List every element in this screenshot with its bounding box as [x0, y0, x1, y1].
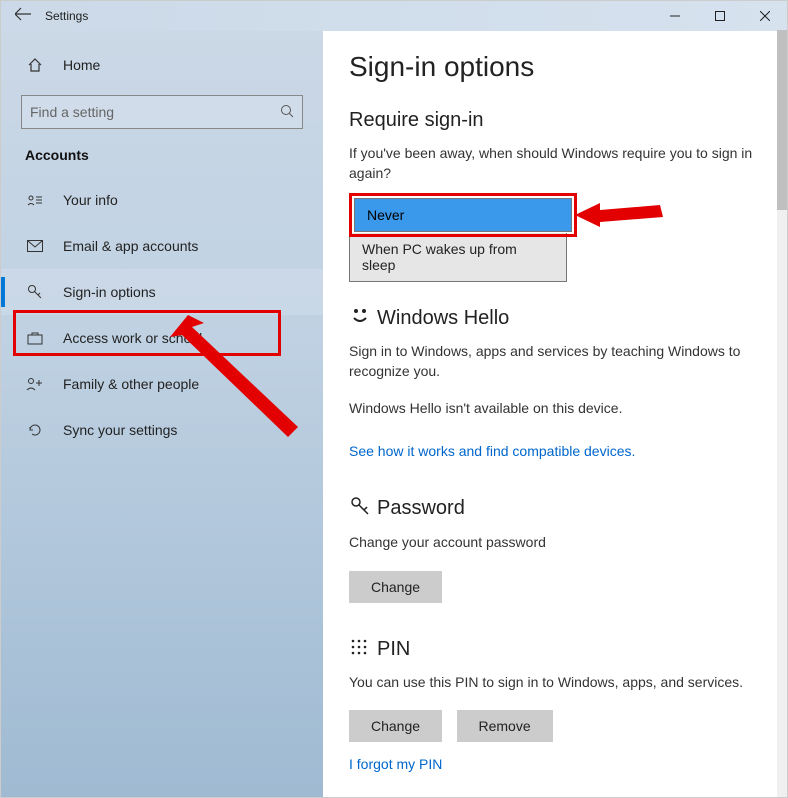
nav-label: Family & other people — [63, 376, 199, 392]
search-icon — [280, 104, 294, 121]
password-change-button[interactable]: Change — [349, 571, 442, 603]
minimize-button[interactable] — [652, 1, 697, 31]
pin-desc: You can use this PIN to sign in to Windo… — [349, 673, 761, 693]
sidebar-item-your-info[interactable]: Your info — [1, 177, 323, 223]
briefcase-icon — [25, 331, 45, 345]
scrollbar[interactable] — [777, 30, 787, 797]
home-nav[interactable]: Home — [1, 45, 323, 85]
search-box[interactable] — [21, 95, 303, 129]
mail-icon — [25, 240, 45, 252]
person-card-icon — [25, 193, 45, 207]
key-icon — [349, 495, 377, 523]
people-icon — [25, 377, 45, 391]
require-signin-heading: Require sign-in — [349, 109, 761, 132]
hello-unavailable: Windows Hello isn't available on this de… — [349, 399, 761, 419]
sidebar: Home Accounts Your info Email & app acco… — [1, 31, 323, 797]
dropdown-option-wake[interactable]: When PC wakes up from sleep — [350, 233, 566, 281]
hello-desc: Sign in to Windows, apps and services by… — [349, 342, 761, 381]
sidebar-item-family[interactable]: Family & other people — [1, 361, 323, 407]
home-label: Home — [63, 57, 100, 73]
sidebar-item-email[interactable]: Email & app accounts — [1, 223, 323, 269]
nav-label: Sign-in options — [63, 284, 156, 300]
dropdown-option-never[interactable]: Never — [355, 199, 571, 231]
require-signin-dropdown-list[interactable]: When PC wakes up from sleep — [349, 233, 567, 282]
sidebar-item-work[interactable]: Access work or school — [1, 315, 323, 361]
password-heading: Password — [377, 497, 465, 520]
require-signin-desc: If you've been away, when should Windows… — [349, 144, 761, 183]
pin-keypad-icon — [349, 637, 377, 663]
smiley-icon — [349, 304, 377, 332]
content-pane: Sign-in options Require sign-in If you'v… — [323, 31, 787, 797]
nav-label: Access work or school — [63, 330, 202, 346]
scrollbar-thumb[interactable] — [777, 30, 787, 210]
key-icon — [25, 284, 45, 300]
titlebar: Settings — [1, 1, 787, 31]
pin-heading: PIN — [377, 638, 410, 661]
pin-remove-button[interactable]: Remove — [457, 710, 553, 742]
close-button[interactable] — [742, 1, 787, 31]
hello-heading: Windows Hello — [377, 307, 509, 330]
annotation-highlight-dropdown: Never — [349, 193, 577, 237]
nav-label: Your info — [63, 192, 118, 208]
password-desc: Change your account password — [349, 533, 761, 553]
require-signin-dropdown[interactable]: Never — [354, 198, 572, 232]
sidebar-item-sync[interactable]: Sync your settings — [1, 407, 323, 453]
sync-icon — [25, 422, 45, 438]
maximize-button[interactable] — [697, 1, 742, 31]
nav-label: Sync your settings — [63, 422, 177, 438]
back-button[interactable] — [1, 7, 45, 26]
settings-window: Settings Home A — [0, 0, 788, 798]
search-input[interactable] — [30, 104, 280, 120]
nav-label: Email & app accounts — [63, 238, 198, 254]
sidebar-category: Accounts — [1, 147, 323, 163]
pin-change-button[interactable]: Change — [349, 710, 442, 742]
home-icon — [25, 57, 45, 73]
hello-link[interactable]: See how it works and find compatible dev… — [349, 443, 635, 459]
pin-forgot-link[interactable]: I forgot my PIN — [349, 756, 442, 772]
page-title: Sign-in options — [349, 51, 761, 83]
window-title: Settings — [45, 9, 88, 23]
sidebar-item-signin[interactable]: Sign-in options — [1, 269, 323, 315]
